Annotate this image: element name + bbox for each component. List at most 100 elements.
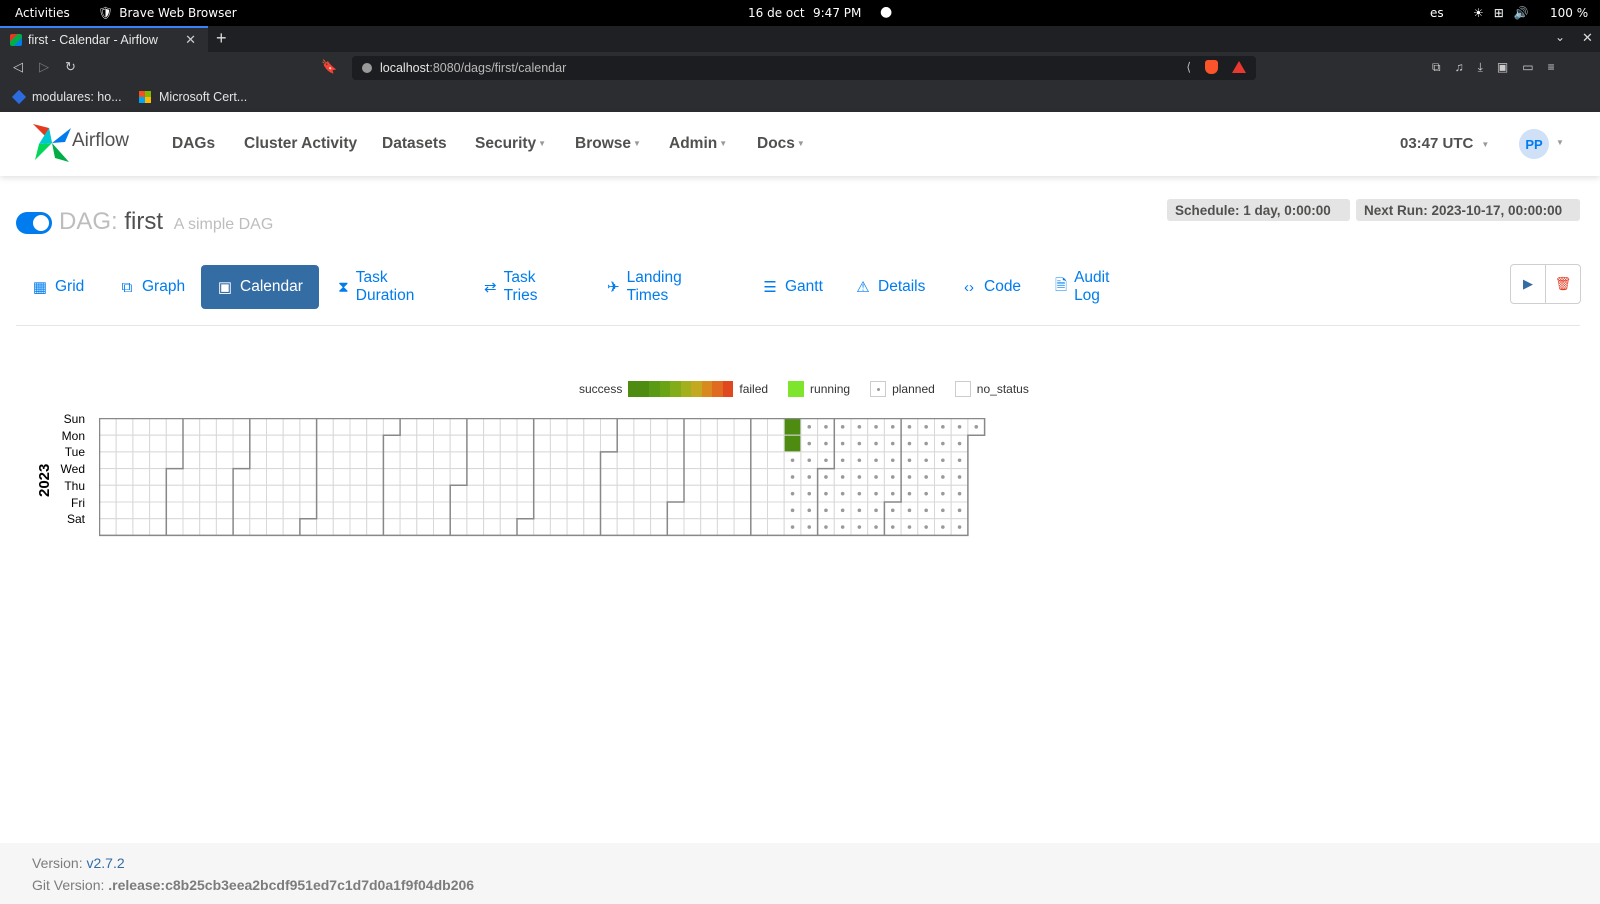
- calendar-day-cell[interactable]: [349, 468, 368, 486]
- calendar-day-cell[interactable]: [165, 518, 184, 536]
- calendar-day-cell[interactable]: [215, 418, 234, 436]
- calendar-day-cell[interactable]: [650, 484, 668, 503]
- delete-dag-button[interactable]: 🗑: [1546, 265, 1580, 303]
- calendar-day-cell[interactable]: [616, 451, 635, 470]
- nav-datasets[interactable]: Datasets: [382, 135, 447, 153]
- tab-details[interactable]: ⚠ Details: [855, 265, 925, 309]
- calendar-day-cell[interactable]: [499, 468, 518, 486]
- calendar-day-cell[interactable]: [282, 518, 301, 536]
- tab-calendar[interactable]: ▣ Calendar: [201, 265, 319, 309]
- calendar-day-cell[interactable]: [516, 518, 535, 536]
- calendar-day-cell[interactable]: [316, 434, 334, 453]
- calendar-day-cell[interactable]: [382, 501, 401, 520]
- calendar-day-cell[interactable]: [366, 418, 384, 436]
- calendar-day-cell[interactable]: [382, 518, 401, 536]
- bookmark-item[interactable]: Microsoft Cert...: [139, 90, 247, 104]
- calendar-day-cell[interactable]: [416, 418, 434, 436]
- calendar-day-cell[interactable]: [616, 518, 635, 536]
- calendar-day-cell[interactable]: [115, 501, 134, 520]
- calendar-day-cell[interactable]: [399, 451, 418, 470]
- calendar-day-cell[interactable]: [767, 468, 785, 486]
- active-app[interactable]: 🛡 Brave Web Browser: [98, 6, 237, 20]
- calendar-day-cell[interactable]: [449, 518, 468, 536]
- calendar-day-cell[interactable]: [99, 468, 117, 486]
- calendar-day-cell[interactable]: [666, 484, 685, 503]
- sidebar-icon[interactable]: ▣: [1497, 60, 1508, 75]
- calendar-day-cell[interactable]: [232, 484, 251, 503]
- calendar-day-cell[interactable]: [165, 484, 184, 503]
- calendar-day-cell[interactable]: [366, 434, 384, 453]
- calendar-day-cell[interactable]: [516, 451, 535, 470]
- calendar-day-cell[interactable]: [349, 434, 368, 453]
- calendar-day-cell[interactable]: [616, 418, 635, 436]
- calendar-day-cell[interactable]: [616, 468, 635, 486]
- calendar-day-cell[interactable]: [683, 518, 702, 536]
- calendar-day-cell[interactable]: [165, 501, 184, 520]
- calendar-day-cell[interactable]: [716, 518, 735, 536]
- battery-level[interactable]: 100 %: [1550, 6, 1588, 20]
- calendar-day-cell[interactable]: [249, 501, 268, 520]
- calendar-day-cell[interactable]: [199, 501, 217, 520]
- calendar-day-cell[interactable]: [99, 484, 117, 503]
- calendar-day-cell[interactable]: [349, 418, 368, 436]
- calendar-day-cell[interactable]: [182, 451, 201, 470]
- calendar-day-cell[interactable]: [716, 484, 735, 503]
- calendar-day-cell[interactable]: [683, 418, 702, 436]
- calendar-day-cell[interactable]: [316, 484, 334, 503]
- calendar-day-cell[interactable]: [249, 434, 268, 453]
- calendar-day-cell[interactable]: [149, 468, 167, 486]
- calendar-day-cell[interactable]: [566, 468, 585, 486]
- calendar-day-cell[interactable]: [266, 484, 284, 503]
- downloads-icon[interactable]: ⤓: [1478, 60, 1483, 75]
- calendar-day-cell[interactable]: [767, 484, 785, 503]
- calendar-day-cell[interactable]: [633, 418, 652, 436]
- calendar-day-cell[interactable]: [332, 418, 351, 436]
- menu-icon[interactable]: ≡: [1548, 60, 1555, 75]
- calendar-day-cell[interactable]: [666, 434, 685, 453]
- calendar-day-cell[interactable]: [349, 451, 368, 470]
- calendar-day-cell[interactable]: [316, 468, 334, 486]
- calendar-day-cell[interactable]: [583, 518, 601, 536]
- calendar-day-cell[interactable]: [750, 468, 768, 486]
- calendar-day-cell[interactable]: [299, 468, 318, 486]
- nav-admin[interactable]: Admin ▼: [669, 135, 727, 153]
- bookmark-item[interactable]: modulares: ho...: [11, 89, 122, 105]
- calendar-day-cell[interactable]: [416, 501, 434, 520]
- calendar-day-cell[interactable]: [433, 518, 451, 536]
- tab-grid[interactable]: ▦ Grid: [32, 265, 84, 309]
- calendar-day-cell[interactable]: [566, 434, 585, 453]
- calendar-day-cell[interactable]: [683, 451, 702, 470]
- trigger-dag-button[interactable]: ▶: [1511, 265, 1546, 303]
- site-info-icon[interactable]: [362, 63, 372, 73]
- calendar-day-cell[interactable]: [733, 468, 752, 486]
- nav-browse[interactable]: Browse ▼: [575, 135, 641, 153]
- calendar-day-cell[interactable]: [566, 518, 585, 536]
- calendar-day-cell[interactable]: [433, 501, 451, 520]
- calendar-day-cell[interactable]: [266, 434, 284, 453]
- bookmark-icon[interactable]: 🔖: [321, 59, 337, 75]
- calendar-day-cell[interactable]: [232, 418, 251, 436]
- calendar-day-cell[interactable]: [433, 434, 451, 453]
- calendar-day-cell[interactable]: [316, 518, 334, 536]
- calendar-day-cell[interactable]: [182, 418, 201, 436]
- calendar-day-cell[interactable]: [483, 468, 501, 486]
- calendar-day-cell[interactable]: [149, 434, 167, 453]
- calendar-day-cell[interactable]: [533, 451, 551, 470]
- calendar-day-cell[interactable]: [115, 434, 134, 453]
- airflow-brand[interactable]: Airflow: [72, 130, 129, 152]
- brave-rewards-icon[interactable]: [1232, 61, 1246, 73]
- calendar-day-cell[interactable]: [716, 468, 735, 486]
- calendar-day-cell[interactable]: [633, 501, 652, 520]
- calendar-day-cell[interactable]: [650, 501, 668, 520]
- calendar-day-cell[interactable]: [583, 468, 601, 486]
- calendar-day-cell[interactable]: [149, 451, 167, 470]
- calendar-day-cell[interactable]: [466, 451, 485, 470]
- calendar-day-cell[interactable]: [299, 451, 318, 470]
- calendar-day-cell[interactable]: [282, 418, 301, 436]
- calendar-day-cell[interactable]: [600, 468, 618, 486]
- calendar-day-cell[interactable]: [533, 501, 551, 520]
- calendar-day-cell[interactable]: [566, 418, 585, 436]
- calendar-day-cell[interactable]: [382, 468, 401, 486]
- calendar-day-cell[interactable]: [266, 451, 284, 470]
- calendar-day-cell[interactable]: [132, 518, 151, 536]
